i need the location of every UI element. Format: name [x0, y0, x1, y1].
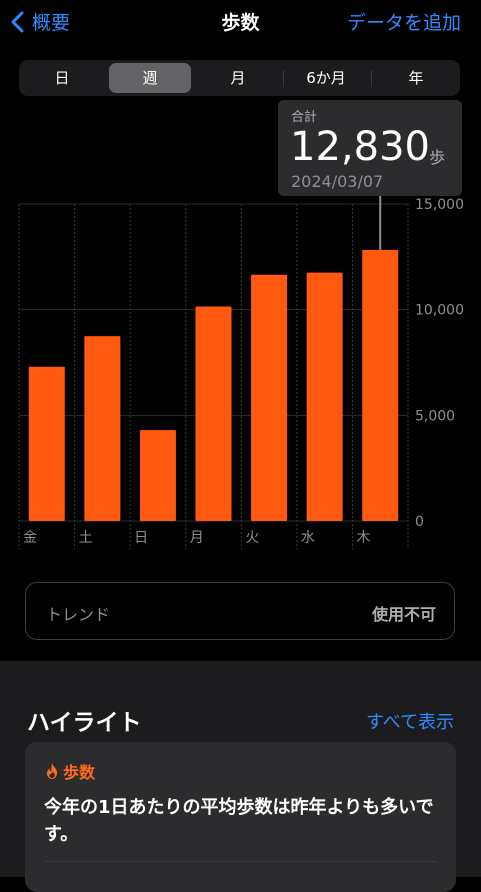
- y-tick-label: 0: [415, 514, 424, 530]
- segment-divider: [283, 70, 284, 87]
- bar-2[interactable]: [139, 430, 176, 521]
- add-data-button[interactable]: データを追加: [347, 8, 461, 35]
- highlight-text: 今年の1日あたりの平均歩数は昨年よりも多いです。: [44, 797, 434, 845]
- x-tick-label: 土: [79, 530, 93, 546]
- highlight-card[interactable]: 歩数 今年の1日あたりの平均歩数は昨年よりも多いです。: [25, 742, 456, 892]
- x-tick-label: 木: [356, 530, 370, 546]
- segment-divider: [371, 70, 372, 87]
- bar-4[interactable]: [251, 274, 288, 521]
- selection-tooltip: 合計 12,830 歩 2024/03/07: [278, 100, 462, 196]
- x-tick-label: 日: [134, 530, 148, 546]
- segment-6-months[interactable]: 6か月: [285, 63, 367, 93]
- trend-label: トレンド: [46, 605, 111, 624]
- x-tick-label: 水: [301, 530, 315, 546]
- bar-6[interactable]: [362, 249, 399, 522]
- trend-status: 使用不可: [371, 605, 436, 624]
- card-divider: [44, 861, 437, 862]
- period-segmented-control: 日 週 月 6か月 年: [19, 60, 460, 96]
- tooltip-label: 合計: [291, 110, 318, 125]
- x-tick-label: 月: [190, 530, 204, 546]
- segment-week[interactable]: 週: [109, 63, 191, 93]
- bar-5[interactable]: [306, 272, 343, 521]
- navigation-bar: 概要 歩数 データを追加: [0, 0, 481, 44]
- tooltip-unit: 歩: [429, 148, 446, 167]
- highlight-card-header: 歩数: [44, 759, 95, 783]
- bar-0[interactable]: [28, 366, 65, 521]
- highlights-title: ハイライト: [27, 710, 142, 736]
- highlights-section: ハイライト すべて表示 歩数 今年の1日あたりの平均歩数は昨年よりも多いです。: [0, 661, 481, 892]
- segment-month[interactable]: 月: [197, 63, 279, 93]
- segment-year[interactable]: 年: [375, 63, 457, 93]
- y-tick-label: 10,000: [415, 303, 464, 319]
- bar-3[interactable]: [195, 306, 232, 521]
- y-tick-label: 15,000: [415, 197, 464, 213]
- steps-bar-chart[interactable]: 0 5,000 10,000 15,000 金 土 日 月 火 水 木: [0, 190, 481, 560]
- tooltip-value: 12,830: [290, 124, 430, 170]
- see-all-button[interactable]: すべて表示: [366, 708, 454, 734]
- x-tick-label: 金: [23, 530, 37, 546]
- tooltip-date: 2024/03/07: [291, 172, 384, 191]
- x-tick-label: 火: [245, 530, 259, 546]
- highlight-category: 歩数: [63, 763, 96, 782]
- segment-day[interactable]: 日: [21, 63, 103, 93]
- flame-icon: [47, 763, 57, 779]
- y-tick-label: 5,000: [415, 408, 455, 424]
- trend-row[interactable]: トレンド 使用不可: [25, 582, 455, 640]
- bar-1[interactable]: [84, 336, 121, 521]
